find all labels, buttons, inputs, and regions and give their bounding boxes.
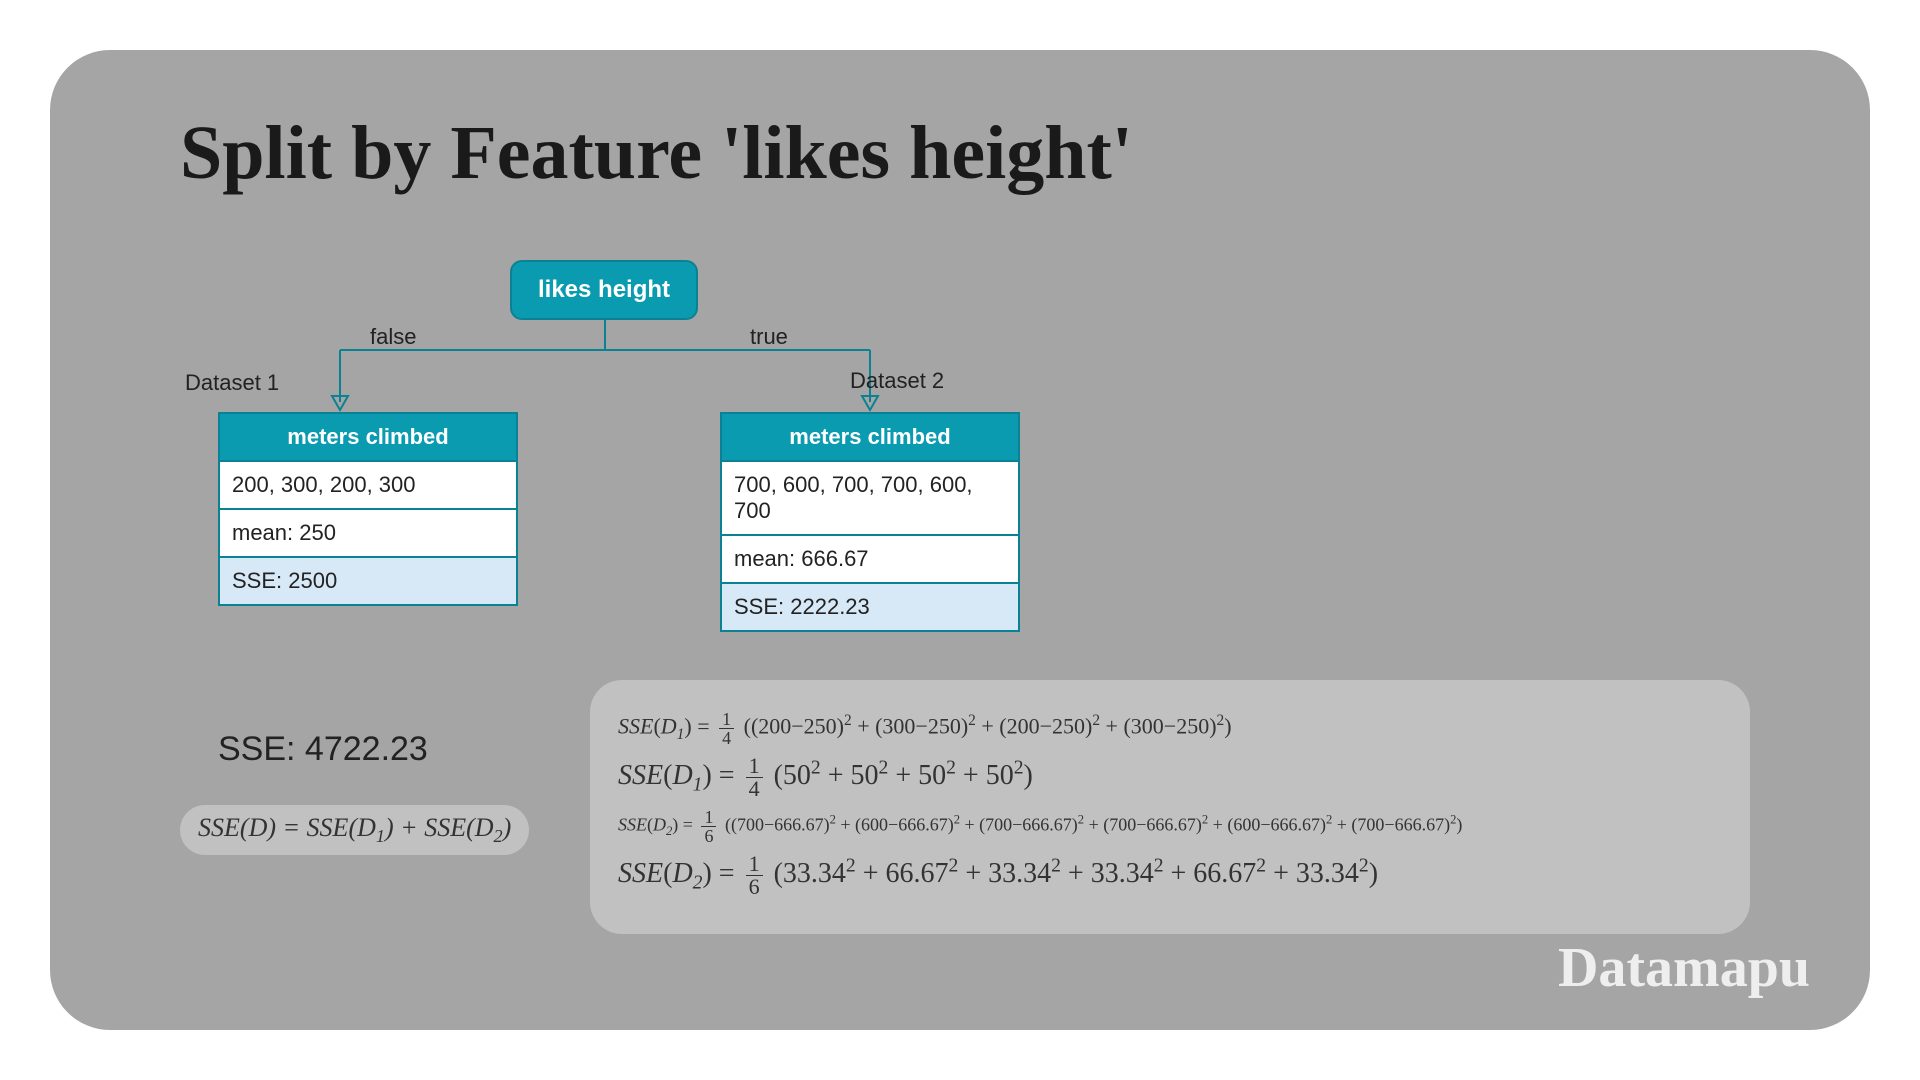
dataset-2-label: Dataset 2 [850, 368, 944, 394]
math-line-4: SSE(D2) = 16 (33.342 + 66.672 + 33.342 +… [618, 853, 1722, 898]
dataset-2-table: meters climbed 700, 600, 700, 700, 600, … [720, 412, 1020, 632]
math-line-2: SSE(D1) = 14 (502 + 502 + 502 + 502) [618, 755, 1722, 800]
sse-sum-formula: SSE(D) = SSE(D1) + SSE(D2) [180, 805, 529, 855]
brand-watermark: Datamapu [1558, 936, 1810, 1000]
table-row-mean: mean: 250 [220, 508, 516, 556]
table-row-values: 200, 300, 200, 300 [220, 460, 516, 508]
math-line-3: SSE(D2) = 16 ((700−666.67)2 + (600−666.6… [618, 808, 1722, 845]
edge-label-true: true [750, 324, 788, 350]
math-derivation-box: SSE(D1) = 14 ((200−250)2 + (300−250)2 + … [590, 680, 1750, 934]
slide-card: Split by Feature 'likes height' likes he… [50, 50, 1870, 1030]
table-row-sse: SSE: 2500 [220, 556, 516, 604]
table-header: meters climbed [220, 414, 516, 460]
dataset-1-table: meters climbed 200, 300, 200, 300 mean: … [218, 412, 518, 606]
math-line-1: SSE(D1) = 14 ((200−250)2 + (300−250)2 + … [618, 710, 1722, 747]
total-sse-label: SSE: 4722.23 [218, 730, 428, 769]
table-row-mean: mean: 666.67 [722, 534, 1018, 582]
edge-label-false: false [370, 324, 416, 350]
table-row-sse: SSE: 2222.23 [722, 582, 1018, 630]
dataset-1-label: Dataset 1 [185, 370, 279, 396]
table-row-values: 700, 600, 700, 700, 600, 700 [722, 460, 1018, 534]
table-header: meters climbed [722, 414, 1018, 460]
tree-root-node: likes height [510, 260, 698, 320]
page-title: Split by Feature 'likes height' [180, 110, 1133, 197]
